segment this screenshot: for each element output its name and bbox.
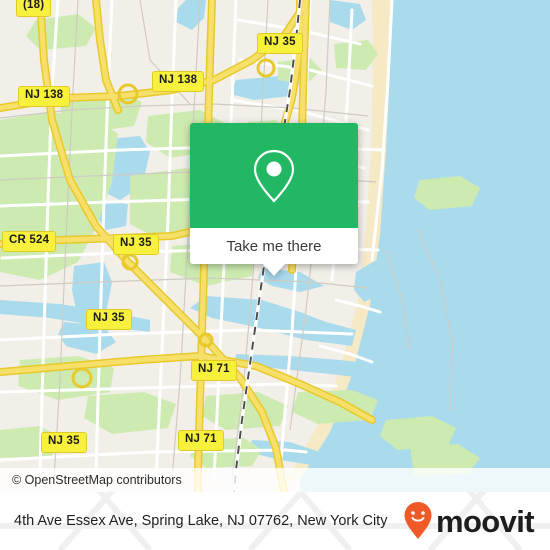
moovit-map-screenshot: (18) NJ 138 NJ 138 NJ 35 CR 524 NJ 35 NJ… [0, 0, 550, 550]
map-pin-icon [253, 149, 295, 203]
footer-bar: 4th Ave Essex Ave, Spring Lake, NJ 07762… [0, 492, 550, 550]
road-shield: NJ 71 [178, 430, 224, 451]
callout-icon-panel [190, 123, 358, 228]
map-canvas[interactable]: (18) NJ 138 NJ 138 NJ 35 CR 524 NJ 35 NJ… [0, 0, 550, 492]
moovit-wordmark: moovit [435, 503, 535, 539]
map-attribution-bar: © OpenStreetMap contributors [0, 468, 550, 492]
road-shield: NJ 35 [41, 432, 87, 453]
road-shield: NJ 35 [86, 309, 132, 330]
map-callout-popup[interactable]: Take me there [190, 123, 358, 276]
take-me-there-button[interactable]: Take me there [226, 238, 321, 255]
road-shield: CR 524 [2, 231, 57, 252]
road-shield: NJ 138 [18, 86, 71, 107]
road-shield: NJ 35 [113, 234, 159, 255]
callout-action-bar[interactable]: Take me there [190, 228, 358, 276]
location-address: 4th Ave Essex Ave, Spring Lake, NJ 07762… [14, 512, 388, 529]
road-shield: NJ 71 [191, 360, 237, 381]
osm-attribution-text[interactable]: © OpenStreetMap contributors [12, 473, 182, 487]
moovit-brand-logo[interactable]: moovit [403, 501, 540, 541]
road-shield: (18) [16, 0, 52, 17]
road-shield: NJ 35 [257, 33, 303, 54]
moovit-smiley-pin-icon [404, 502, 432, 539]
road-shield: NJ 138 [152, 71, 205, 92]
callout-tail [263, 264, 285, 276]
